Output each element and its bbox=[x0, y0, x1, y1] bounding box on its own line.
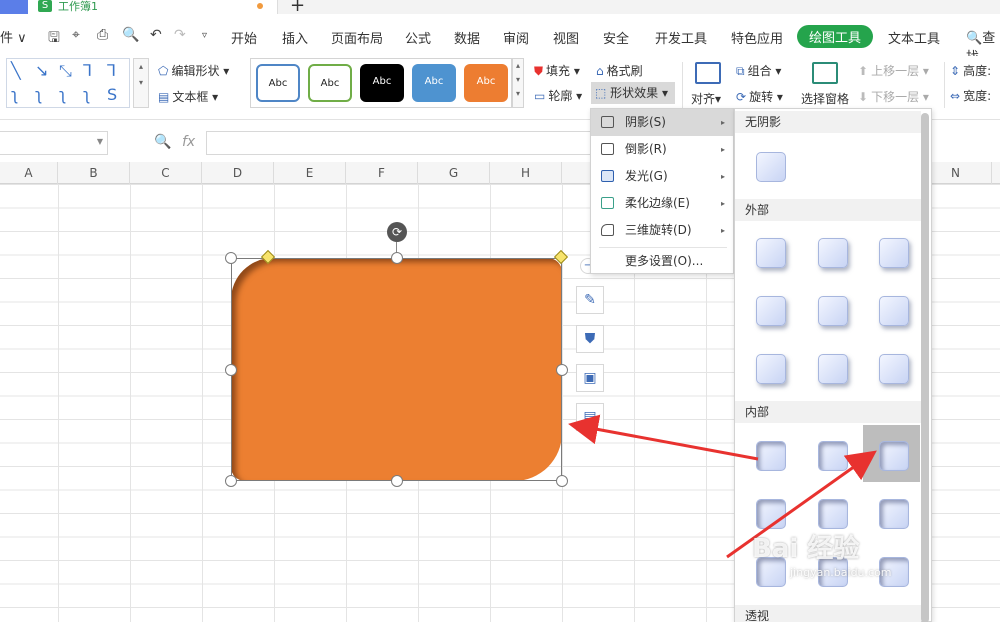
watermark-url: jingyan.baidu.com bbox=[790, 566, 892, 579]
arrow-to-shape bbox=[568, 414, 759, 461]
watermark-logo: Bai 经验 bbox=[752, 534, 860, 564]
